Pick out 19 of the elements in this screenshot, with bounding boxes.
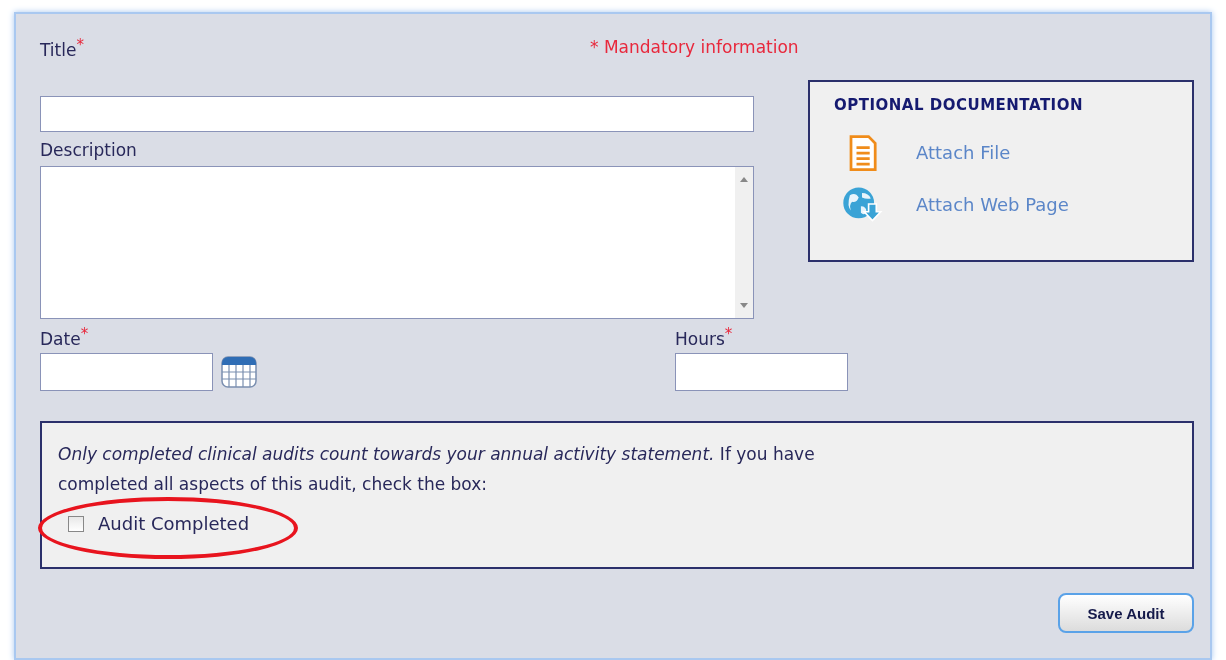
date-input-field[interactable] [40,353,213,391]
optional-documentation-heading: OPTIONAL DOCUMENTATION [834,96,1084,114]
attach-link[interactable]: Attach File [916,141,1011,163]
date-label: Date$^{*}$ [40,329,90,349]
title-input-field[interactable] [40,96,754,132]
save-audit-button[interactable]: Save Audit [1058,593,1194,633]
title-label: Title$^{*}$ [40,40,84,60]
scroll-up-icon[interactable] [740,177,748,182]
description-label: Description [40,140,138,160]
attach-link[interactable]: Attach Web Page [916,193,1069,215]
scroll-down-icon[interactable] [740,303,748,308]
audit-completed-label: Audit Completed [98,513,250,534]
hours-label: Hours$^{*}$ [675,329,734,349]
completion-note: Only completed clinical audits count towards your annual activity statement. If you have completed all aspects of this audit, check the box: [58,443,816,496]
scrollbar[interactable] [735,167,753,318]
calendar-icon[interactable] [221,356,257,388]
hours-input-field[interactable] [675,353,848,391]
audit-completed-checkbox[interactable] [68,515,84,532]
mandatory-information-note: * Mandatory information [590,36,800,58]
